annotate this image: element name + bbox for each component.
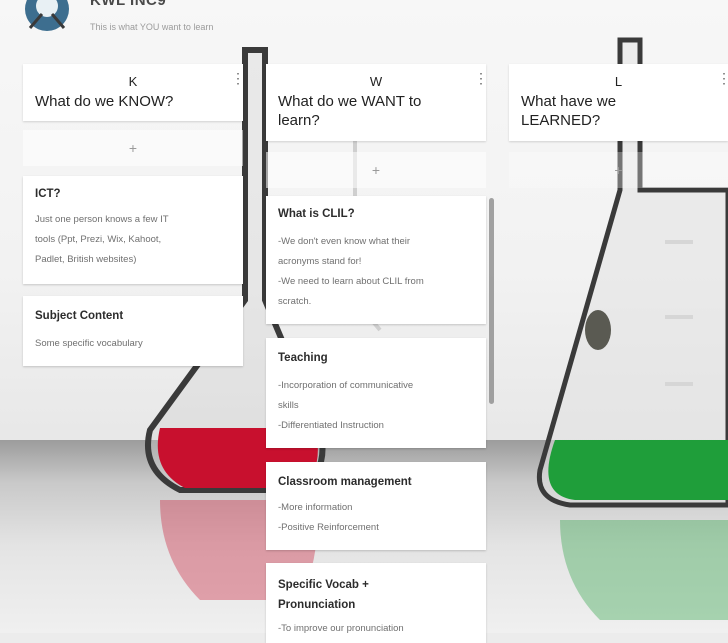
column-menu-icon[interactable]: ⋮ [717,70,728,87]
column-letter: L [614,74,623,89]
post-card[interactable]: Specific Vocab + Pronunciation -To impro… [266,563,486,643]
add-post-button[interactable]: + [23,130,243,166]
post-body: -To improve our pronunciation [278,623,404,634]
post-body: Just one person knows a few IT tools (Pp… [35,214,169,265]
post-card[interactable]: ICT? Just one person knows a few IT tool… [23,176,243,284]
column-menu-icon[interactable]: ⋮ [474,70,488,87]
post-body: -More information -Positive Reinforcemen… [278,502,379,533]
board-title: KWL INC9 [90,0,167,9]
post-title: Specific Vocab + Pronunciation [278,579,369,611]
column-scrollbar[interactable] [489,198,494,404]
column-title: What have we LEARNED? [521,93,617,129]
post-title: ICT? [35,188,61,200]
board-header: KWL INC9 This is what YOU want to learn [0,0,728,40]
add-post-button[interactable]: + [509,152,728,188]
post-card[interactable]: Classroom management -More information -… [266,462,486,550]
column-letter: W [369,74,383,89]
column-title: What do we WANT to learn? [278,93,422,129]
post-title: Teaching [278,352,328,364]
post-card[interactable]: Subject Content Some specific vocabulary [23,296,243,366]
post-body: -Incorporation of communicative skills -… [278,380,414,431]
post-title: Classroom management [278,476,412,488]
column-title: What do we KNOW? [35,93,174,110]
column-menu-icon[interactable]: ⋮ [231,70,245,87]
board-subtitle: This is what YOU want to learn [90,22,214,32]
post-title: Subject Content [35,310,124,322]
column-header-know: K What do we KNOW? ⋮ [23,64,245,121]
post-card[interactable]: Teaching -Incorporation of communicative… [266,338,486,448]
add-post-button[interactable]: + [266,152,486,188]
column-letter: K [128,74,138,89]
post-body: -We don't even know what their acronyms … [278,236,424,307]
column-header-learned: L What have we LEARNED? ⋮ [509,64,728,141]
post-body: Some specific vocabulary [35,338,143,349]
board-logo-icon [25,0,69,31]
column-header-want: W What do we WANT to learn? ⋮ [266,64,488,141]
post-title: What is CLIL? [278,208,355,220]
post-card[interactable]: What is CLIL? -We don't even know what t… [266,196,486,324]
